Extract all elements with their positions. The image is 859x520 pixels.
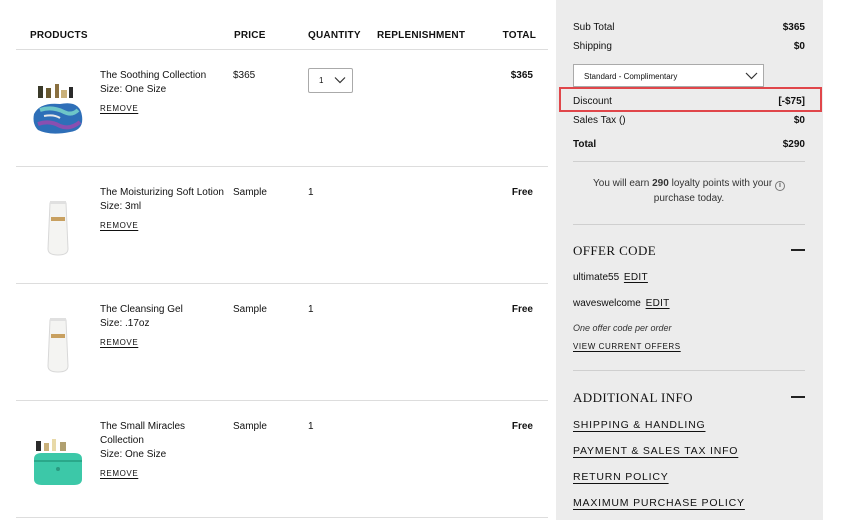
- shipping-label: Shipping: [573, 41, 612, 52]
- subtotal-label: Sub Total: [573, 22, 615, 33]
- offer-code-value: ultimate55: [573, 272, 620, 283]
- header-replenishment: REPLENISHMENT: [377, 30, 466, 41]
- cart-row-soothing-collection: The Soothing Collection Size: One Size R…: [16, 50, 548, 167]
- loyalty-message: You will earn 290 loyalty points with yo…: [573, 176, 805, 206]
- product-size: Size: One Size: [100, 84, 167, 95]
- cart-row-cleansing-gel: The Cleansing Gel Size: .17oz REMOVE Sam…: [16, 284, 548, 401]
- summary-divider: [573, 370, 805, 371]
- collapse-minus-icon[interactable]: [791, 249, 805, 251]
- remove-button[interactable]: REMOVE: [100, 469, 138, 478]
- product-price: $365: [233, 70, 256, 81]
- product-size: Size: .17oz: [100, 318, 150, 329]
- product-price: Sample: [233, 187, 267, 198]
- quantity-value: 1: [319, 76, 324, 85]
- header-products: PRODUCTS: [30, 30, 88, 41]
- maximum-purchase-policy-link[interactable]: MAXIMUM PURCHASE POLICY: [573, 497, 745, 509]
- shipping-amount: $0: [793, 41, 805, 52]
- loyalty-text-line2: purchase today.: [653, 193, 725, 204]
- cart-row-moisturizing-soft-lotion: The Moisturizing Soft Lotion Size: 3ml R…: [16, 167, 548, 284]
- discount-amount: [-$75]: [778, 96, 805, 107]
- product-price: Sample: [233, 304, 267, 315]
- shipping-handling-link[interactable]: SHIPPING & HANDLING: [573, 419, 705, 431]
- cart-header-row: PRODUCTS PRICE QUANTITY REPLENISHMENT TO…: [16, 0, 548, 50]
- discount-label: Discount: [573, 96, 612, 107]
- total-amount: $290: [782, 139, 805, 150]
- quantity-select[interactable]: 1: [308, 68, 353, 93]
- product-name[interactable]: The Moisturizing Soft Lotion: [100, 186, 225, 200]
- info-icon[interactable]: i: [774, 181, 785, 191]
- product-image-small-miracles: [34, 439, 82, 485]
- remove-button[interactable]: REMOVE: [100, 221, 138, 230]
- remove-button[interactable]: REMOVE: [100, 104, 138, 113]
- product-name[interactable]: The Small Miracles Collection: [100, 420, 225, 448]
- total-label: Total: [573, 139, 597, 150]
- product-name[interactable]: The Cleansing Gel: [100, 303, 225, 317]
- additional-info-title[interactable]: ADDITIONAL INFO: [573, 390, 693, 406]
- order-summary-panel: Sub Total $365 Shipping $0 Standard - Co…: [556, 0, 823, 520]
- header-total: TOTAL: [502, 30, 536, 41]
- edit-offer-link[interactable]: EDIT: [646, 298, 670, 309]
- quantity-value: 1: [308, 187, 314, 198]
- edit-offer-link[interactable]: EDIT: [624, 272, 648, 283]
- loyalty-points: 290: [652, 178, 669, 189]
- offer-code-note: One offer code per order: [573, 323, 672, 333]
- quantity-value: 1: [308, 304, 314, 315]
- loyalty-text-post: loyalty points with your: [668, 178, 773, 189]
- product-name[interactable]: The Soothing Collection: [100, 69, 225, 83]
- quantity-value: 1: [308, 421, 314, 432]
- chevron-down-icon: [745, 72, 758, 80]
- summary-divider: [573, 161, 805, 162]
- offer-code-value: waveswelcome: [573, 298, 641, 309]
- shipping-method-value: Standard - Complimentary: [584, 72, 678, 81]
- return-policy-link[interactable]: RETURN POLICY: [573, 471, 669, 483]
- product-image-soft-lotion: [47, 201, 69, 256]
- line-total: $365: [510, 70, 533, 81]
- applied-offer-code: waveswelcome EDIT: [573, 298, 670, 309]
- remove-button[interactable]: REMOVE: [100, 338, 138, 347]
- applied-offer-code: ultimate55 EDIT: [573, 272, 648, 283]
- product-image-soothing-collection: [33, 84, 83, 134]
- sales-tax-label: Sales Tax (): [573, 115, 626, 126]
- line-total: Free: [511, 304, 533, 315]
- view-current-offers-link[interactable]: VIEW CURRENT OFFERS: [573, 342, 681, 351]
- payment-sales-tax-link[interactable]: PAYMENT & SALES TAX INFO: [573, 445, 738, 457]
- product-size: Size: 3ml: [100, 201, 142, 212]
- line-total: Free: [511, 187, 533, 198]
- shipping-method-select[interactable]: Standard - Complimentary: [573, 64, 764, 87]
- cart-table: PRODUCTS PRICE QUANTITY REPLENISHMENT TO…: [16, 0, 548, 520]
- header-price: PRICE: [234, 30, 266, 41]
- chevron-down-icon: [334, 77, 346, 84]
- product-size: Size: One Size: [100, 449, 167, 460]
- line-total: Free: [511, 421, 533, 432]
- header-quantity: QUANTITY: [308, 30, 361, 41]
- loyalty-text-pre: You will earn: [593, 178, 653, 189]
- cart-row-small-miracles-collection: The Small Miracles Collection Size: One …: [16, 401, 548, 518]
- offer-code-title[interactable]: OFFER CODE: [573, 243, 656, 259]
- product-price: Sample: [233, 421, 267, 432]
- product-image-cleansing-gel: [47, 318, 69, 373]
- summary-divider: [573, 224, 805, 225]
- subtotal-amount: $365: [782, 22, 805, 33]
- collapse-minus-icon[interactable]: [791, 396, 805, 398]
- sales-tax-amount: $0: [793, 115, 805, 126]
